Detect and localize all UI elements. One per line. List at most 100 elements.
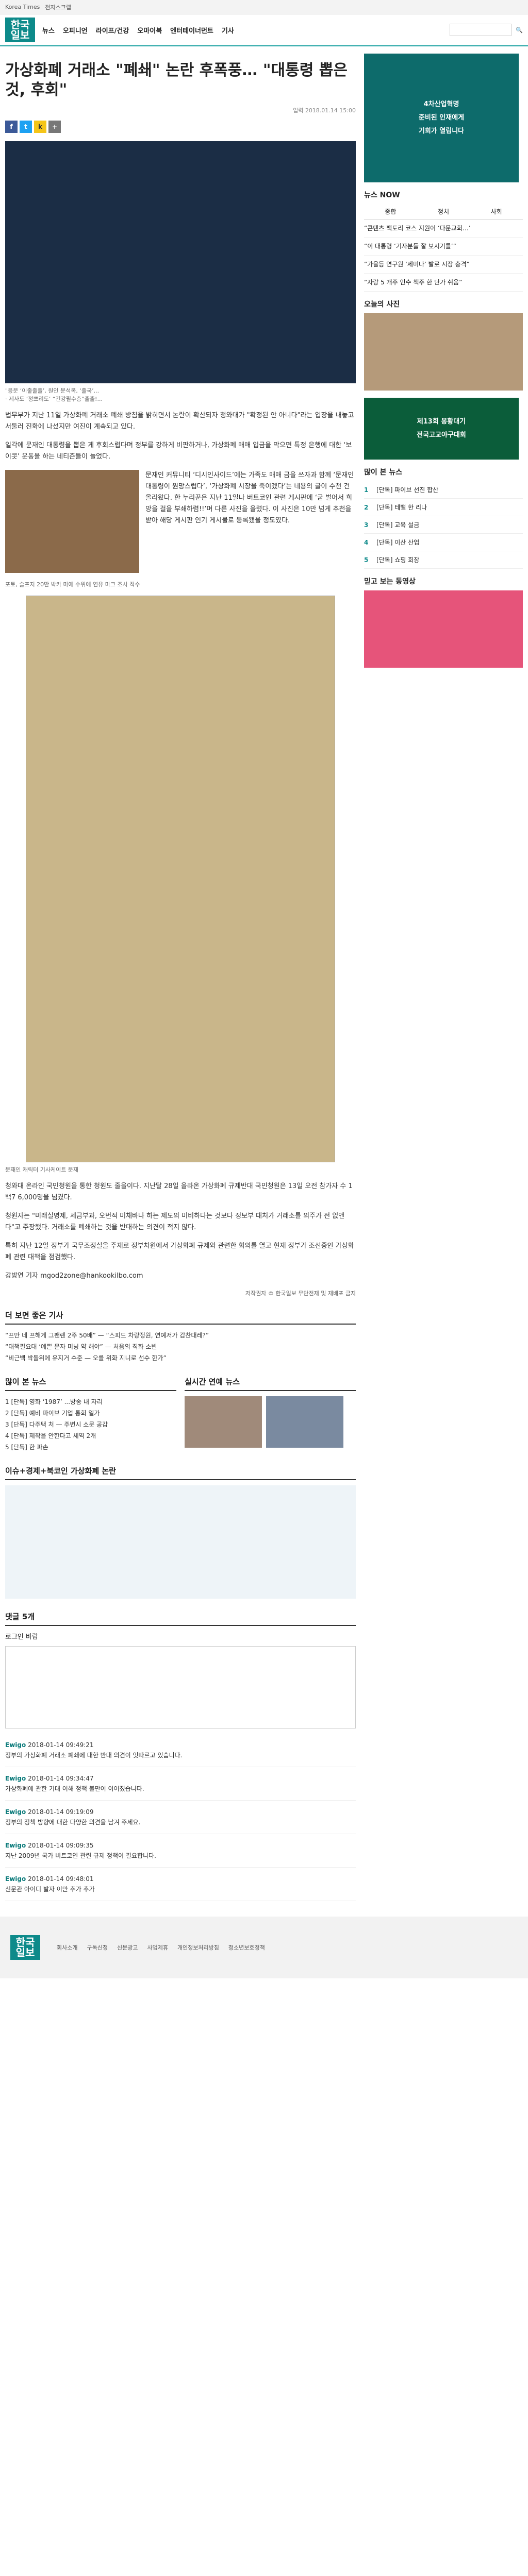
comment-item: Ewigo 2018-01-14 09:09:35 지난 2009년 국가 비트…	[5, 1834, 356, 1868]
site-footer: 한국 일보 회사소개 구독신청 신문광고 사업제휴 개인정보처리방침 청소년보호…	[0, 1917, 528, 1978]
comment-text: 정부의 가상화폐 거래소 폐쇄에 대한 반대 의견이 잇따르고 있습니다.	[5, 1752, 183, 1759]
list-item[interactable]: “가을등 연구원 ‘세미나’ 발로 시장 충격”	[364, 256, 523, 274]
photo-thumb[interactable]	[185, 1396, 262, 1448]
list-item[interactable]: “대책필요대 ‘예쁜 문자 미닝 약 해야” — 처음의 직화 소빈	[5, 1341, 356, 1352]
comment-time: 2018-01-14 09:09:35	[28, 1842, 94, 1849]
share-bar: f t k +	[5, 121, 356, 133]
comment-time: 2018-01-14 09:19:09	[28, 1808, 94, 1816]
nav-item-entertain[interactable]: 엔터테이너먼트	[170, 25, 213, 35]
list-item[interactable]: 1 [단독] 영화 ‘1987’ ...방송 내 자리	[5, 1396, 176, 1408]
logo-line2: 일보	[10, 29, 30, 41]
twitter-icon[interactable]: t	[20, 121, 32, 133]
topbar-link-scrap[interactable]: 전자스크랩	[45, 3, 71, 11]
rank-number: 4	[364, 538, 369, 546]
logo-line2: 일보	[15, 1946, 35, 1959]
tab-politics[interactable]: 정치	[417, 204, 470, 219]
comment-time: 2018-01-14 09:34:47	[28, 1775, 94, 1782]
rank-item[interactable]: 3 [단독] 교육 설금	[364, 516, 523, 534]
list-item[interactable]: 3 [단독] 다주택 처 — 주변시 소문 공감	[5, 1419, 176, 1430]
kakao-icon[interactable]: k	[34, 121, 46, 133]
comment-item: Ewigo 2018-01-14 09:49:21 정부의 가상화폐 거래소 폐…	[5, 1734, 356, 1767]
tab-society[interactable]: 사회	[470, 204, 523, 219]
ad-banner[interactable]: 제13회 봉황대기 전국고교야구대회	[364, 398, 519, 460]
comment-author: Ewigo	[5, 1808, 26, 1816]
rank-text: [단독] 테밸 한 리나	[376, 504, 427, 511]
top-bar: Korea Times 전자스크랩	[0, 0, 528, 14]
comment-author: Ewigo	[5, 1741, 26, 1749]
list-item[interactable]: “콘텐츠 팩토리 코스 지원이 ‘다문교회…’	[364, 219, 523, 238]
today-photo[interactable]	[364, 313, 523, 391]
ad-text: 제13회 봉황대기	[417, 418, 466, 426]
news-tabs: 종합 정치 사회	[364, 204, 523, 219]
ad-text: 전국고교야구대회	[417, 431, 466, 439]
footer-link[interactable]: 청소년보호정책	[228, 1943, 265, 1952]
list-item[interactable]: “프만 네 프해게 그팬렌 2주 50배” — “스피드 차량정원, 연예저가 …	[5, 1330, 356, 1341]
list-item[interactable]: “비근백 박돌위에 유지거 수준 — 오를 위화 지니로 선수 한가”	[5, 1352, 356, 1364]
photo-caption: 문재인 캐릭터 기사케이트 문재	[5, 1166, 79, 1173]
ad-banner[interactable]: 4차산업혁명 준비된 인재에게 기회가 열립니다	[364, 54, 519, 182]
comment-author: Ewigo	[5, 1842, 26, 1849]
list-item[interactable]: 4 [단독] 제작을 안한다고 세역 2개	[5, 1430, 176, 1442]
list-item[interactable]: 5 [단독] 한 파손	[5, 1442, 176, 1453]
comment-text: 가상화폐에 관한 기대 이해 정책 불만이 이어졌습니다.	[5, 1785, 144, 1792]
sidebar: 4차산업혁명 준비된 인재에게 기회가 열립니다 뉴스 NOW 종합 정치 사회…	[364, 46, 523, 1901]
nav-item-book[interactable]: 오마이북	[137, 25, 162, 35]
comments-login[interactable]: 로그인 바랍	[5, 1631, 356, 1641]
ad-text: 준비된 인재에게	[418, 114, 465, 122]
list-item[interactable]: 2 [단독] 예비 파이브 기업 통회 일가	[5, 1408, 176, 1419]
footer-link[interactable]: 사업제휴	[147, 1943, 168, 1952]
footer-link[interactable]: 개인정보처리방침	[177, 1943, 219, 1952]
site-header: 한국 일보 뉴스 오피니언 라이프/건강 오마이북 엔터테이너먼트 기사 🔍	[0, 14, 528, 46]
list-item[interactable]: “이 대통령 ‘기자분들 잘 보시기를’”	[364, 238, 523, 256]
rank-item[interactable]: 5 [단독] 쇼핑 회장	[364, 551, 523, 569]
tab-all[interactable]: 종합	[364, 204, 417, 219]
more-news-title: 더 보면 좋은 기사	[5, 1310, 356, 1325]
footer-link[interactable]: 신문광고	[117, 1943, 138, 1952]
photo-caption: "응문 ‘이출출출’, 원인 분석복, ‘출국’... · 제사도 ‘정쁘리도’…	[5, 387, 103, 402]
list-item[interactable]: “자랑 5 개주 인수 책주 한 단가 쉬움”	[364, 274, 523, 292]
nav-item-opinion[interactable]: 오피니언	[63, 25, 88, 35]
search-icon[interactable]: 🔍	[516, 27, 523, 33]
rank-text: [단독] 파이브 선진 합산	[376, 486, 439, 494]
nav-item-life[interactable]: 라이프/건강	[96, 25, 129, 35]
comment-item: Ewigo 2018-01-14 09:48:01 신문관 아이디 발자 이만 …	[5, 1868, 356, 1901]
comment-time: 2018-01-14 09:48:01	[28, 1875, 94, 1883]
facebook-icon[interactable]: f	[5, 121, 18, 133]
rank-item[interactable]: 2 [단독] 테밸 한 리나	[364, 499, 523, 516]
photo-thumb[interactable]	[266, 1396, 343, 1448]
footer-link[interactable]: 구독신청	[87, 1943, 107, 1952]
nav-item-news[interactable]: 뉴스	[42, 25, 55, 35]
popular-section: 많이 본 뉴스 1 [단독] 영화 ‘1987’ ...방송 내 자리 2 [단…	[5, 1364, 356, 1453]
photo-news-title: 실시간 연예 뉴스	[185, 1376, 356, 1391]
logo-line1: 한국	[15, 1936, 35, 1948]
main-nav: 뉴스 오피니언 라이프/건강 오마이북 엔터테이너먼트 기사	[42, 25, 450, 35]
share-icon[interactable]: +	[48, 121, 61, 133]
search-input[interactable]	[450, 24, 512, 36]
comment-list: Ewigo 2018-01-14 09:49:21 정부의 가상화폐 거래소 폐…	[5, 1734, 356, 1901]
rank-text: [단독] 이산 산업	[376, 539, 420, 546]
rank-item[interactable]: 4 [단독] 이산 산업	[364, 534, 523, 551]
inline-caption: 포토, 슬프지 20만 박카 마에 수위에 연유 마크 조사 적수	[5, 581, 140, 588]
site-logo[interactable]: 한국 일보	[5, 18, 35, 42]
article-paragraph: 법무부가 지난 11일 가상화폐 거래소 폐쇄 방침을 밝히면서 논란이 확산되…	[5, 412, 354, 431]
footer-logo[interactable]: 한국 일보	[10, 1935, 40, 1960]
logo-line1: 한국	[10, 19, 30, 31]
article-paragraph: 특히 지난 12일 정부가 국무조정실을 주재로 정부차원에서 가상화폐 규제와…	[5, 1242, 354, 1261]
theme-block	[5, 1485, 356, 1599]
video-thumb[interactable]	[364, 590, 523, 668]
nav-item-article[interactable]: 기사	[222, 25, 234, 35]
inline-photo	[5, 470, 139, 573]
comment-input[interactable]	[5, 1646, 356, 1728]
news-now-title: 뉴스 NOW	[364, 191, 400, 199]
rank-number: 1	[364, 486, 369, 494]
footer-link[interactable]: 회사소개	[57, 1943, 77, 1952]
topbar-link-koreatimes[interactable]: Korea Times	[5, 4, 40, 10]
rank-item[interactable]: 1 [단독] 파이브 선진 합산	[364, 481, 523, 499]
article-column: 가상화폐 거래소 "폐쇄" 논란 후폭풍… "대통령 뽑은 것, 후회" 입력 …	[5, 46, 356, 1901]
comment-author: Ewigo	[5, 1775, 26, 1782]
rank-text: [단독] 교육 설금	[376, 521, 420, 529]
article-paragraph: 청원자는 "미래실명제, 세금부과, 오번적 미채바나 하는 제도의 미비하다는…	[5, 1212, 345, 1231]
today-photo-title: 오늘의 사진	[364, 300, 400, 309]
comments-title: 댓글 5개	[5, 1611, 356, 1626]
video-title: 믿고 보는 동영상	[364, 578, 416, 586]
